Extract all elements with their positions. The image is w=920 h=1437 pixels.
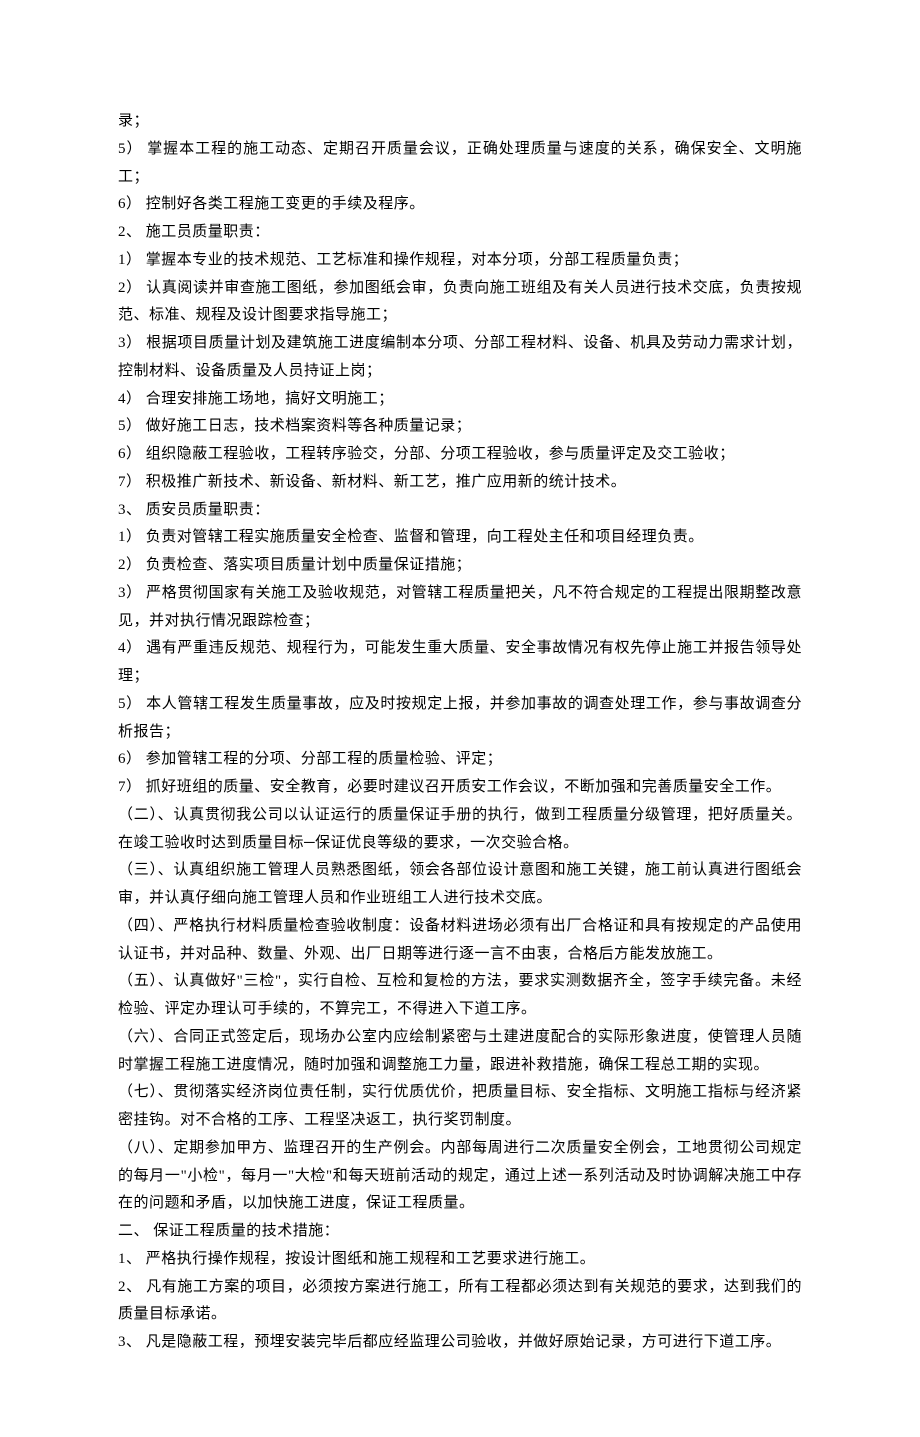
text-line: 3） 根据项目质量计划及建筑施工进度编制本分项、分部工程材料、设备、机具及劳动力… (118, 330, 802, 386)
text-line: 5） 掌握本工程的施工动态、定期召开质量会议，正确处理质量与速度的关系，确保安全… (118, 136, 802, 192)
text-line: 2、 凡有施工方案的项目，必须按方案进行施工，所有工程都必须达到有关规范的要求，… (118, 1274, 802, 1330)
text-line: 录； (118, 108, 802, 136)
text-line: 1） 掌握本专业的技术规范、工艺标准和操作规程，对本分项，分部工程质量负责； (118, 247, 802, 275)
text-line: 6） 组织隐蔽工程验收，工程转序验交，分部、分项工程验收，参与质量评定及交工验收… (118, 441, 802, 469)
text-line: 6） 参加管辖工程的分项、分部工程的质量检验、评定； (118, 746, 802, 774)
text-line: 2） 负责检查、落实项目质量计划中质量保证措施； (118, 552, 802, 580)
text-line: 7） 抓好班组的质量、安全教育，必要时建议召开质安工作会议，不断加强和完善质量安… (118, 774, 802, 802)
text-line: 4） 遇有严重违反规范、规程行为，可能发生重大质量、安全事故情况有权先停止施工并… (118, 635, 802, 691)
text-line: 3、 凡是隐蔽工程，预埋安装完毕后都应经监理公司验收，并做好原始记录，方可进行下… (118, 1329, 802, 1357)
text-line: 7） 积极推广新技术、新设备、新材料、新工艺，推广应用新的统计技术。 (118, 469, 802, 497)
text-line: 4） 合理安排施工场地，搞好文明施工； (118, 386, 802, 414)
text-line: 2） 认真阅读并审查施工图纸，参加图纸会审，负责向施工班组及有关人员进行技术交底… (118, 275, 802, 331)
document-body: 录； 5） 掌握本工程的施工动态、定期召开质量会议，正确处理质量与速度的关系，确… (118, 108, 802, 1357)
text-line: 5） 做好施工日志，技术档案资料等各种质量记录； (118, 413, 802, 441)
text-line: （四）、严格执行材料质量检查验收制度：设备材料进场必须有出厂合格证和具有按规定的… (118, 913, 802, 969)
text-line: 二、 保证工程质量的技术措施： (118, 1218, 802, 1246)
text-line: 3） 严格贯彻国家有关施工及验收规范，对管辖工程质量把关，凡不符合规定的工程提出… (118, 580, 802, 636)
text-line: 5） 本人管辖工程发生质量事故，应及时按规定上报，并参加事故的调查处理工作，参与… (118, 691, 802, 747)
text-line: （二）、认真贯彻我公司以认证运行的质量保证手册的执行，做到工程质量分级管理，把好… (118, 802, 802, 858)
text-line: 6） 控制好各类工程施工变更的手续及程序。 (118, 191, 802, 219)
text-line: 2、 施工员质量职责： (118, 219, 802, 247)
text-line: （六）、合同正式签定后，现场办公室内应绘制紧密与土建进度配合的实际形象进度，使管… (118, 1024, 802, 1080)
text-line: （七）、贯彻落实经济岗位责任制，实行优质优价，把质量目标、安全指标、文明施工指标… (118, 1079, 802, 1135)
text-line: 1、 严格执行操作规程，按设计图纸和施工规程和工艺要求进行施工。 (118, 1246, 802, 1274)
text-line: 3、 质安员质量职责： (118, 497, 802, 525)
text-line: （三）、认真组织施工管理人员熟悉图纸，领会各部位设计意图和施工关键，施工前认真进… (118, 857, 802, 913)
text-line: 1） 负责对管辖工程实施质量安全检查、监督和管理，向工程处主任和项目经理负责。 (118, 524, 802, 552)
text-line: （五）、认真做好"三检"，实行自检、互检和复检的方法，要求实测数据齐全，签字手续… (118, 968, 802, 1024)
text-line: （八）、定期参加甲方、监理召开的生产例会。内部每周进行二次质量安全例会，工地贯彻… (118, 1135, 802, 1218)
